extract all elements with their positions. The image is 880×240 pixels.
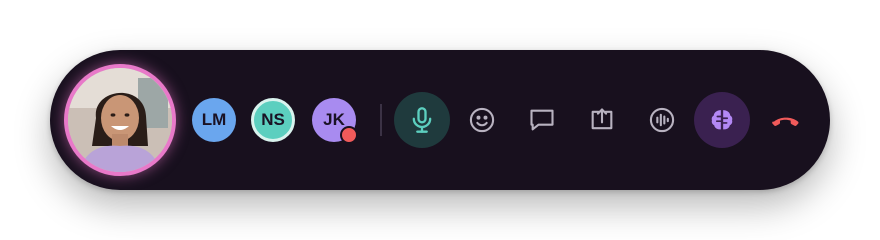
participant-avatar-ns[interactable]: NS	[251, 98, 295, 142]
microphone-button[interactable]	[394, 92, 450, 148]
self-video-thumbnail[interactable]	[64, 64, 176, 176]
participant-avatar-jk[interactable]: JK	[312, 98, 358, 144]
participant-initials: NS	[261, 110, 285, 129]
hangup-button[interactable]	[758, 92, 814, 148]
call-control-bar: LM NS JK	[50, 50, 830, 190]
audio-settings-button[interactable]	[634, 92, 690, 148]
user-avatar-icon	[68, 68, 172, 172]
participant-avatar-lm[interactable]: LM	[192, 98, 236, 142]
participant-initials: JK	[323, 110, 345, 129]
audio-waveform-icon	[649, 107, 675, 133]
status-dot-icon	[340, 126, 358, 144]
brain-icon	[711, 110, 733, 130]
chat-bubble-icon	[530, 109, 554, 131]
phone-hangup-icon	[772, 117, 799, 126]
share-screen-icon	[591, 108, 613, 130]
chat-button[interactable]	[514, 92, 570, 148]
participant-initials: LM	[201, 110, 227, 129]
share-screen-button[interactable]	[574, 92, 630, 148]
microphone-icon	[412, 107, 432, 133]
smiley-icon	[469, 107, 495, 133]
ai-assistant-button[interactable]	[694, 92, 750, 148]
divider	[380, 104, 382, 136]
reactions-button[interactable]	[454, 92, 510, 148]
